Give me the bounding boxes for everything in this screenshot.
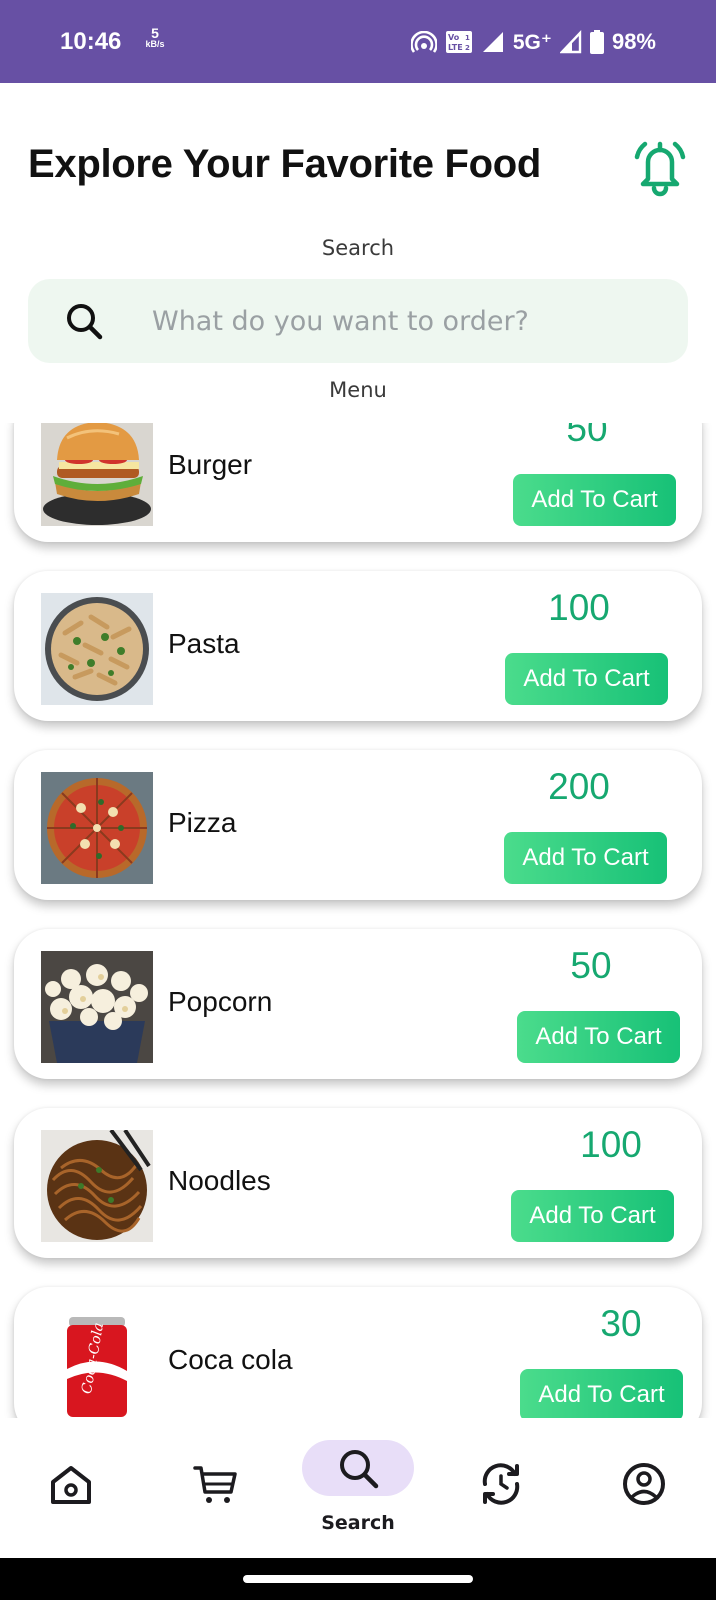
burger-photo	[41, 423, 153, 526]
notification-bell-icon[interactable]	[632, 135, 688, 197]
menu-item-price: 30	[600, 1303, 642, 1344]
volte-icon: Vo LTE 1 2	[445, 31, 472, 53]
signal-icon	[482, 32, 503, 52]
add-to-cart-button[interactable]: Add To Cart	[504, 832, 667, 884]
noodles-photo	[41, 1130, 153, 1242]
search-icon	[340, 1450, 379, 1489]
menu-item-price: 100	[548, 587, 610, 628]
home-icon	[51, 1466, 91, 1504]
system-navigation-bar	[0, 1558, 716, 1600]
search-icon	[67, 304, 103, 340]
network-speed-unit: kB/s	[145, 39, 165, 49]
svg-text:2: 2	[465, 44, 470, 52]
battery-percentage: 98%	[611, 29, 656, 54]
menu-item-name: Pasta	[168, 628, 240, 659]
signal-icon-2	[559, 30, 582, 54]
svg-text:LTE: LTE	[448, 43, 463, 52]
menu-item-card: Pasta 100 Add To Cart	[14, 571, 702, 721]
search-input[interactable]	[152, 279, 662, 363]
menu-item-name: Noodles	[168, 1165, 271, 1196]
menu-item-price: 50	[566, 423, 608, 449]
status-time: 10:46	[60, 28, 122, 55]
menu-item-card: Pizza 200 Add To Cart	[14, 750, 702, 900]
profile-icon	[623, 1463, 665, 1505]
menu-list[interactable]: Burger 50 Add To Cart Pasta 100 Add To C…	[0, 423, 716, 1418]
hotspot-icon	[410, 31, 437, 53]
menu-item-price: 100	[580, 1124, 642, 1165]
home-gesture-handle[interactable]	[243, 1575, 473, 1583]
battery-icon	[589, 30, 604, 54]
menu-item-name: Coca cola	[168, 1344, 293, 1375]
pasta-photo	[41, 593, 153, 705]
search-bar[interactable]	[28, 279, 688, 363]
nav-search-label: Search	[321, 1512, 395, 1534]
svg-text:Vo: Vo	[448, 33, 460, 42]
popcorn-photo	[41, 951, 153, 1063]
menu-item-name: Pizza	[168, 807, 237, 838]
menu-item-name: Burger	[168, 449, 253, 480]
menu-item-card: Noodles 100 Add To Cart	[14, 1108, 702, 1258]
status-icons: Vo LTE 1 2 5G⁺ 98%	[410, 26, 656, 58]
add-to-cart-button[interactable]: Add To Cart	[517, 1011, 680, 1063]
add-to-cart-button[interactable]: Add To Cart	[511, 1190, 674, 1242]
svg-text:1: 1	[465, 34, 470, 42]
menu-item-price: 50	[570, 945, 612, 986]
menu-item-card: Coca-Cola Coca cola 30 Add To Cart	[14, 1287, 702, 1418]
menu-item-price: 200	[548, 766, 610, 807]
bottom-navigation	[0, 1418, 716, 1558]
add-to-cart-button[interactable]: Add To Cart	[505, 653, 668, 705]
coca-cola-can-photo: Coca-Cola	[41, 1309, 153, 1418]
history-icon	[482, 1463, 520, 1505]
menu-item-name: Popcorn	[168, 986, 273, 1017]
network-speed: 5 kB/s	[140, 26, 170, 49]
menu-section-label: Menu	[329, 378, 387, 402]
add-to-cart-button[interactable]: Add To Cart	[520, 1369, 683, 1418]
page-title: Explore Your Favorite Food	[28, 142, 542, 186]
search-section-label: Search	[321, 236, 395, 260]
menu-item-card: Burger 50 Add To Cart	[14, 423, 702, 542]
pizza-photo	[41, 772, 153, 884]
network-type: 5G⁺	[512, 30, 552, 54]
add-to-cart-button[interactable]: Add To Cart	[513, 474, 676, 526]
cart-icon	[193, 1466, 237, 1503]
status-bar: 10:46 5 kB/s Vo LTE 1 2 5G⁺ 98%	[0, 0, 716, 83]
menu-item-card: Popcorn 50 Add To Cart	[14, 929, 702, 1079]
network-speed-value: 5	[151, 25, 159, 41]
nav-search[interactable]	[302, 1440, 414, 1496]
